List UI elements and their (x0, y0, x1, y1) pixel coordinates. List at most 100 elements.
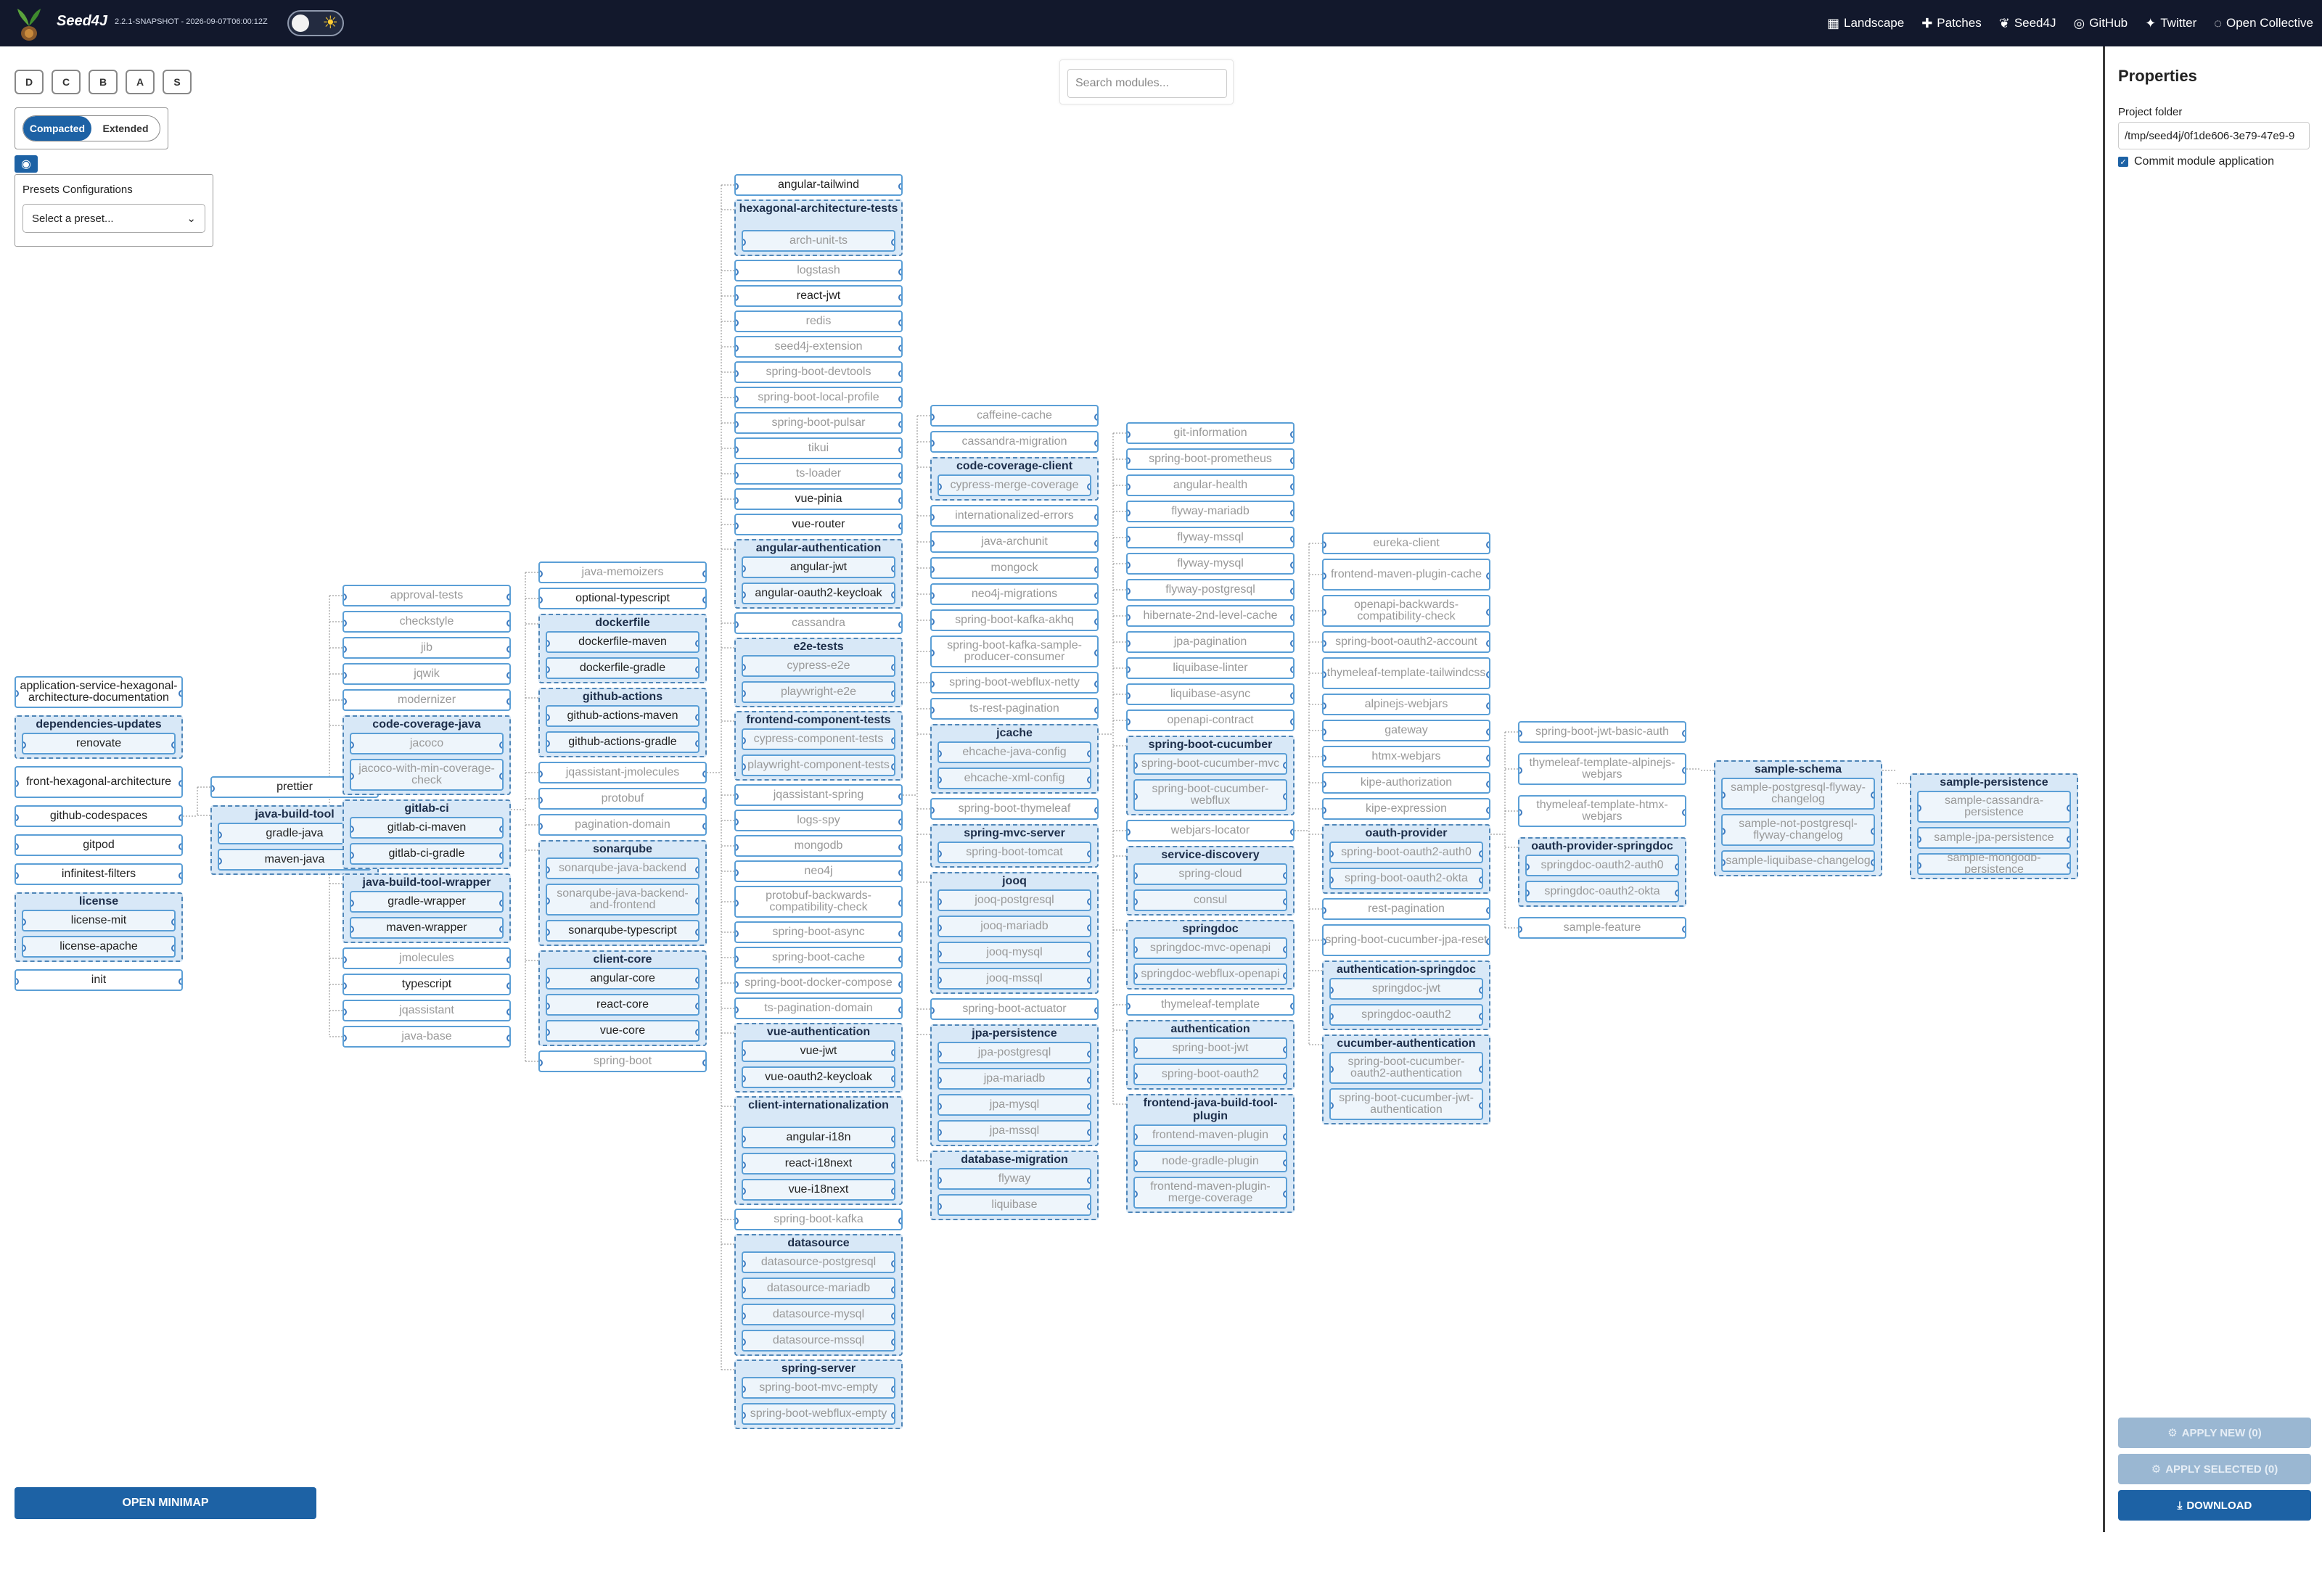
connector-port[interactable] (1723, 859, 1726, 866)
module-mongodb[interactable]: mongodb (734, 835, 903, 857)
module-ts-loader[interactable]: ts-loader (734, 463, 903, 485)
connector-port[interactable] (939, 950, 942, 958)
connector-port[interactable] (1331, 876, 1334, 884)
connector-port[interactable] (1087, 1203, 1090, 1210)
connector-port[interactable] (891, 1338, 894, 1346)
connector-port[interactable] (1135, 1046, 1138, 1053)
module-group-sonarqube[interactable]: sonarqube sonarqube-java-backend sonarqube… (538, 840, 707, 946)
connector-port[interactable] (695, 740, 698, 747)
connector-port[interactable] (939, 850, 942, 857)
connector-port[interactable] (1283, 793, 1286, 800)
connector-port[interactable] (891, 1188, 894, 1195)
module-gateway[interactable]: gateway (1322, 720, 1490, 741)
connector-port[interactable] (743, 565, 746, 572)
connector-port[interactable] (736, 345, 739, 352)
connector-port[interactable] (932, 566, 935, 573)
module-ehcache-java-config[interactable]: ehcache-java-config (938, 741, 1091, 763)
connector-port[interactable] (939, 483, 942, 490)
connector-port[interactable] (1128, 483, 1131, 490)
module-jooq-mssql[interactable]: jooq-mssql (938, 968, 1091, 990)
connector-port[interactable] (736, 268, 739, 276)
module-sample-mongodb-persistence[interactable]: sample-mongodb-persistence (1917, 853, 2071, 875)
connector-port[interactable] (1087, 976, 1090, 984)
module-jpa-postgresql[interactable]: jpa-postgresql (938, 1042, 1091, 1064)
connector-port[interactable] (1290, 431, 1293, 438)
connector-port[interactable] (506, 646, 509, 653)
connector-port[interactable] (898, 421, 901, 428)
connector-port[interactable] (2067, 805, 2069, 812)
connector-port[interactable] (499, 773, 502, 780)
module-frontend-maven-plugin[interactable]: frontend-maven-plugin (1133, 1124, 1287, 1146)
connector-port[interactable] (540, 596, 543, 604)
connector-port[interactable] (736, 844, 739, 851)
module-group-client-internationalization[interactable]: client-internationalization angular-i18n r… (734, 1096, 903, 1205)
connector-port[interactable] (171, 945, 174, 952)
connector-port[interactable] (16, 780, 19, 787)
connector-port[interactable] (736, 621, 739, 628)
connector-port[interactable] (932, 707, 935, 714)
module-spring-boot-thymeleaf[interactable]: spring-boot-thymeleaf (930, 798, 1099, 820)
connector-port[interactable] (1479, 1102, 1482, 1109)
module-group-license[interactable]: license license-mit license-apache (15, 892, 183, 962)
theme-toggle[interactable]: ☀ (287, 10, 344, 36)
module-group-sample-schema[interactable]: sample-schema sample-postgresql-flyway-ch… (1714, 760, 1882, 876)
connector-port[interactable] (1283, 1159, 1286, 1167)
nav-link-patches[interactable]: ✚ Patches (1921, 16, 1982, 31)
module-flyway[interactable]: flyway (938, 1168, 1091, 1190)
connector-port[interactable] (1675, 889, 1678, 897)
connector-port[interactable] (1519, 926, 1522, 933)
connector-port[interactable] (1283, 1072, 1286, 1079)
module-spring-boot-kafka-akhq[interactable]: spring-boot-kafka-akhq (930, 609, 1099, 631)
module-liquibase[interactable]: liquibase (938, 1194, 1091, 1216)
connector-port[interactable] (898, 900, 901, 907)
connector-port[interactable] (540, 570, 543, 577)
connector-port[interactable] (1324, 640, 1326, 647)
connector-port[interactable] (932, 1007, 935, 1014)
connector-port[interactable] (939, 898, 942, 905)
connector-port[interactable] (1324, 702, 1326, 709)
module-thymeleaf-template[interactable]: thymeleaf-template (1126, 994, 1295, 1016)
connector-port[interactable] (1087, 750, 1090, 757)
module-springdoc-jwt[interactable]: springdoc-jwt (1329, 978, 1483, 1000)
module-jpa-mysql[interactable]: jpa-mysql (938, 1094, 1091, 1116)
module-spring-boot-cache[interactable]: spring-boot-cache (734, 947, 903, 968)
connector-port[interactable] (695, 976, 698, 984)
connector-port[interactable] (1135, 762, 1138, 769)
connector-port[interactable] (1486, 541, 1489, 548)
connector-port[interactable] (499, 900, 502, 907)
connector-port[interactable] (743, 1412, 746, 1419)
module-group-oauth-provider[interactable]: oauth-provider spring-boot-oauth2-auth0 sp… (1322, 824, 1490, 894)
connector-port[interactable] (743, 763, 746, 770)
connector-port[interactable] (1290, 614, 1293, 621)
module-flyway-postgresql[interactable]: flyway-postgresql (1126, 579, 1295, 601)
module-datasource-postgresql[interactable]: datasource-postgresql (742, 1251, 895, 1273)
connector-port[interactable] (695, 1003, 698, 1010)
connector-port[interactable] (1128, 1003, 1131, 1010)
connector-port[interactable] (1486, 671, 1489, 678)
connector-port[interactable] (891, 763, 894, 770)
connector-port[interactable] (932, 807, 935, 814)
connector-port[interactable] (1324, 781, 1326, 788)
module-java-base[interactable]: java-base (342, 1026, 511, 1048)
connector-port[interactable] (898, 793, 901, 800)
connector-port[interactable] (23, 741, 26, 749)
module-jacoco-with-min-coverage-check[interactable]: jacoco-with-min-coverage-check (350, 759, 504, 791)
module-group-java-build-tool-wrapper[interactable]: java-build-tool-wrapper gradle-wrapper mav… (342, 873, 511, 943)
connector-port[interactable] (1128, 562, 1131, 569)
module-neo4j[interactable]: neo4j (734, 860, 903, 882)
connector-port[interactable] (506, 956, 509, 963)
connector-port[interactable] (1519, 730, 1522, 737)
connector-port[interactable] (2067, 862, 2069, 869)
module-jooq-mariadb[interactable]: jooq-mariadb (938, 916, 1091, 937)
connector-port[interactable] (898, 395, 901, 403)
module-renovate[interactable]: renovate (22, 733, 176, 754)
connector-port[interactable] (351, 900, 354, 907)
connector-port[interactable] (16, 814, 19, 821)
connector-port[interactable] (506, 982, 509, 990)
connector-port[interactable] (695, 714, 698, 721)
connector-port[interactable] (702, 1059, 705, 1066)
module-group-authentication-springdoc[interactable]: authentication-springdoc springdoc-jwt spr… (1322, 961, 1490, 1030)
module-group-spring-boot-cucumber[interactable]: spring-boot-cucumber spring-boot-cucumber… (1126, 736, 1295, 815)
module-application-service-hexagonal-architecture-documentation[interactable]: application-service-hexagonal-architectu… (15, 676, 183, 708)
connector-port[interactable] (1527, 863, 1530, 871)
